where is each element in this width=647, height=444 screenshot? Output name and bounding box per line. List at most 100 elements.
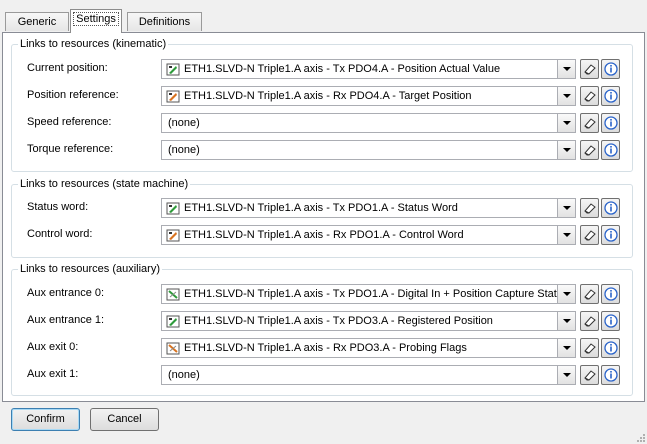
chevron-down-icon[interactable] <box>557 141 575 159</box>
tx-variable-icon <box>166 315 180 328</box>
field-label: Aux exit 0: <box>27 341 79 353</box>
clear-link-button[interactable] <box>580 198 599 218</box>
clear-link-button[interactable] <box>580 225 599 245</box>
tx-variable-icon <box>166 202 180 215</box>
eraser-icon <box>584 145 596 156</box>
rx-variable-icon <box>166 229 180 242</box>
chevron-down-icon[interactable] <box>557 366 575 384</box>
info-button[interactable] <box>601 59 620 79</box>
resource-combobox[interactable]: ETH1.SLVD-N Triple1.A axis - Tx PDO1.A -… <box>161 198 576 218</box>
resource-combobox[interactable]: (none) <box>161 113 576 133</box>
info-button[interactable] <box>601 113 620 133</box>
chevron-down-icon[interactable] <box>557 312 575 330</box>
tab-strip: Generic Settings Definitions <box>0 0 647 33</box>
resource-value: (none) <box>168 369 200 381</box>
info-icon <box>604 143 618 157</box>
tab-generic[interactable]: Generic <box>5 12 69 31</box>
resource-value: ETH1.SLVD-N Triple1.A axis - Tx PDO1.A -… <box>184 202 458 214</box>
field-label: Speed reference: <box>27 116 112 128</box>
tab-settings-label: Settings <box>73 12 119 26</box>
info-button[interactable] <box>601 198 620 218</box>
info-button[interactable] <box>601 86 620 106</box>
info-icon <box>604 314 618 328</box>
resource-combobox[interactable]: ETH1.SLVD-N Triple1.A axis - Tx PDO1.A -… <box>161 284 576 304</box>
info-button[interactable] <box>601 225 620 245</box>
field-label: Aux entrance 1: <box>27 314 105 326</box>
info-icon <box>604 341 618 355</box>
cancel-button[interactable]: Cancel <box>90 408 159 431</box>
eraser-icon <box>584 118 596 129</box>
resource-value: ETH1.SLVD-N Triple1.A axis - Rx PDO3.A -… <box>184 342 467 354</box>
resource-combobox[interactable]: ETH1.SLVD-N Triple1.A axis - Tx PDO3.A -… <box>161 311 576 331</box>
info-icon <box>604 201 618 215</box>
resource-combobox[interactable]: (none) <box>161 365 576 385</box>
resource-combobox[interactable]: ETH1.SLVD-N Triple1.A axis - Rx PDO4.A -… <box>161 86 576 106</box>
clear-link-button[interactable] <box>580 140 599 160</box>
field-label: Aux entrance 0: <box>27 287 105 299</box>
chevron-down-icon[interactable] <box>557 199 575 217</box>
clear-link-button[interactable] <box>580 86 599 106</box>
tab-definitions[interactable]: Definitions <box>127 12 202 31</box>
resource-value: ETH1.SLVD-N Triple1.A axis - Tx PDO3.A -… <box>184 315 493 327</box>
resource-combobox[interactable]: ETH1.SLVD-N Triple1.A axis - Rx PDO3.A -… <box>161 338 576 358</box>
info-icon <box>604 89 618 103</box>
resource-value: (none) <box>168 144 200 156</box>
eraser-icon <box>584 289 596 300</box>
rx-bitfield-icon <box>166 342 180 355</box>
eraser-icon <box>584 203 596 214</box>
eraser-icon <box>584 230 596 241</box>
field-label: Control word: <box>27 228 93 240</box>
resource-value: ETH1.SLVD-N Triple1.A axis - Tx PDO1.A -… <box>184 288 569 300</box>
chevron-down-icon[interactable] <box>557 114 575 132</box>
info-button[interactable] <box>601 284 620 304</box>
info-icon <box>604 368 618 382</box>
eraser-icon <box>584 316 596 327</box>
info-button[interactable] <box>601 311 620 331</box>
resource-combobox[interactable]: ETH1.SLVD-N Triple1.A axis - Rx PDO1.A -… <box>161 225 576 245</box>
group-state-machine: Links to resources (state machine) <box>11 178 633 258</box>
resource-value: ETH1.SLVD-N Triple1.A axis - Rx PDO1.A -… <box>184 229 464 241</box>
clear-link-button[interactable] <box>580 338 599 358</box>
info-icon <box>604 287 618 301</box>
group-state-machine-title: Links to resources (state machine) <box>20 178 189 190</box>
info-button[interactable] <box>601 140 620 160</box>
tab-generic-label: Generic <box>17 16 57 28</box>
resource-value: ETH1.SLVD-N Triple1.A axis - Tx PDO4.A -… <box>184 63 501 75</box>
chevron-down-icon[interactable] <box>557 60 575 78</box>
tx-variable-icon <box>166 63 180 76</box>
field-label: Position reference: <box>27 89 119 101</box>
clear-link-button[interactable] <box>580 311 599 331</box>
tab-settings[interactable]: Settings <box>70 9 122 33</box>
info-button[interactable] <box>601 365 620 385</box>
field-label: Current position: <box>27 62 108 74</box>
info-icon <box>604 62 618 76</box>
resource-value: ETH1.SLVD-N Triple1.A axis - Rx PDO4.A -… <box>184 90 472 102</box>
field-label: Aux exit 1: <box>27 368 79 380</box>
group-auxiliary-title: Links to resources (auxiliary) <box>20 263 160 275</box>
group-kinematic-title: Links to resources (kinematic) <box>20 38 167 50</box>
eraser-icon <box>584 370 596 381</box>
eraser-icon <box>584 343 596 354</box>
chevron-down-icon[interactable] <box>557 285 575 303</box>
eraser-icon <box>584 91 596 102</box>
chevron-down-icon[interactable] <box>557 226 575 244</box>
resource-combobox[interactable]: ETH1.SLVD-N Triple1.A axis - Tx PDO4.A -… <box>161 59 576 79</box>
info-button[interactable] <box>601 338 620 358</box>
info-icon <box>604 228 618 242</box>
tx-bitfield-icon <box>166 288 180 301</box>
chevron-down-icon[interactable] <box>557 87 575 105</box>
rx-variable-icon <box>166 90 180 103</box>
confirm-button[interactable]: Confirm <box>11 408 80 431</box>
clear-link-button[interactable] <box>580 59 599 79</box>
clear-link-button[interactable] <box>580 284 599 304</box>
eraser-icon <box>584 64 596 75</box>
resource-value: (none) <box>168 117 200 129</box>
info-icon <box>604 116 618 130</box>
resource-combobox[interactable]: (none) <box>161 140 576 160</box>
field-label: Status word: <box>27 201 89 213</box>
resize-grip-icon[interactable] <box>635 432 645 442</box>
clear-link-button[interactable] <box>580 113 599 133</box>
clear-link-button[interactable] <box>580 365 599 385</box>
field-label: Torque reference: <box>27 143 114 155</box>
chevron-down-icon[interactable] <box>557 339 575 357</box>
